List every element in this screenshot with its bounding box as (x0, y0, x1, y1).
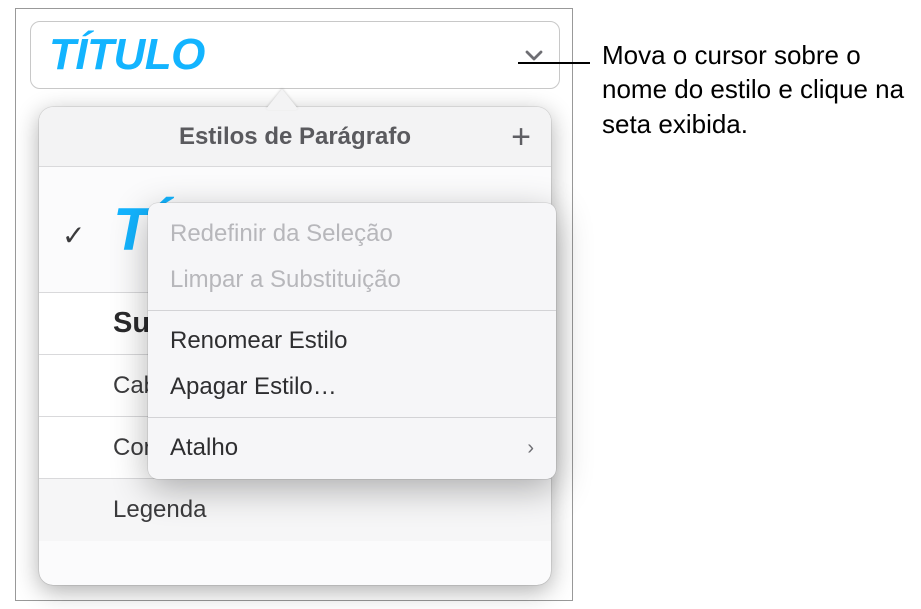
menu-redefine-from-selection: Redefinir da Seleção (148, 211, 556, 257)
style-row-legenda[interactable]: Legenda (39, 479, 551, 541)
style-name-label: Legenda (113, 496, 206, 524)
paragraph-style-selector[interactable]: TÍTULO (30, 21, 560, 89)
menu-label: Redefinir da Seleção (170, 220, 393, 248)
chevron-right-icon: › (527, 437, 534, 460)
popover-caret (266, 89, 298, 109)
menu-label: Limpar a Substituição (170, 266, 401, 294)
menu-separator (148, 310, 556, 311)
style-context-menu: Redefinir da Seleção Limpar a Substituiç… (148, 203, 556, 479)
menu-separator (148, 417, 556, 418)
add-style-button[interactable]: + (505, 121, 537, 153)
menu-delete-style[interactable]: Apagar Estilo… (148, 364, 556, 410)
callout-annotation: Mova o cursor sobre o nome do estilo e c… (602, 38, 912, 141)
menu-label: Apagar Estilo… (170, 373, 337, 401)
popover-header: Estilos de Parágrafo + (39, 107, 551, 167)
selected-style-name: TÍTULO (49, 30, 521, 80)
menu-clear-override: Limpar a Substituição (148, 257, 556, 303)
callout-leader-line (518, 62, 590, 64)
check-icon: ✓ (62, 219, 85, 252)
popover-title: Estilos de Parágrafo (179, 123, 411, 151)
menu-label: Atalho (170, 434, 238, 462)
panel-frame: TÍTULO Estilos de Parágrafo + TÍTULO Sul… (15, 8, 573, 601)
chevron-down-icon[interactable] (521, 42, 547, 68)
menu-label: Renomear Estilo (170, 327, 347, 355)
menu-shortcut[interactable]: Atalho › (148, 425, 556, 471)
menu-rename-style[interactable]: Renomear Estilo (148, 318, 556, 364)
